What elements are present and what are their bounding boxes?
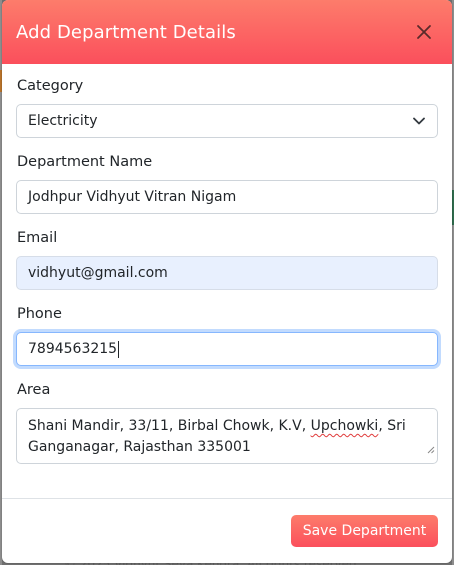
phone-field[interactable]: 7894563215 [16,332,438,366]
modal-header: Add Department Details [2,0,452,64]
department-name-field: Department Name Jodhpur Vidhyut Vitran N… [16,152,438,214]
spellcheck-word: Upchowki [310,418,379,434]
email-field-group: Email vidhyut@gmail.com [16,228,438,290]
department-name-input[interactable]: Jodhpur Vidhyut Vitran Nigam [16,180,438,214]
area-line-2: Ganganagar, Rajasthan 335001 [28,439,251,455]
phone-field-group: Phone 7894563215 [16,304,438,366]
area-field-group: Area Shani Mandir, 33/11, Birbal Chowk, … [16,380,438,464]
text-cursor [118,340,120,358]
chevron-down-icon [413,113,425,129]
footer-divider [2,498,452,499]
category-selected-value: Electricity [28,113,98,129]
close-icon[interactable] [412,20,436,44]
save-department-button[interactable]: Save Department [291,515,438,547]
phone-label: Phone [17,306,62,322]
modal-title: Add Department Details [16,21,236,43]
area-label: Area [17,382,51,398]
area-line-1: Shani Mandir, 33/11, Birbal Chowk, K.V, … [28,418,406,434]
category-label: Category [17,78,84,94]
phone-value: 7894563215 [28,341,118,357]
modal-body: Category Electricity Department Name Jod… [2,64,452,464]
department-name-label: Department Name [17,154,153,170]
category-field: Category Electricity [16,76,438,138]
email-label: Email [17,230,58,246]
area-textarea[interactable]: Shani Mandir, 33/11, Birbal Chowk, K.V, … [16,408,438,464]
add-department-modal: Add Department Details Category Electric… [2,0,452,563]
category-select[interactable]: Electricity [16,104,438,138]
resize-handle-icon[interactable] [427,440,435,461]
email-field[interactable]: vidhyut@gmail.com [16,256,438,290]
